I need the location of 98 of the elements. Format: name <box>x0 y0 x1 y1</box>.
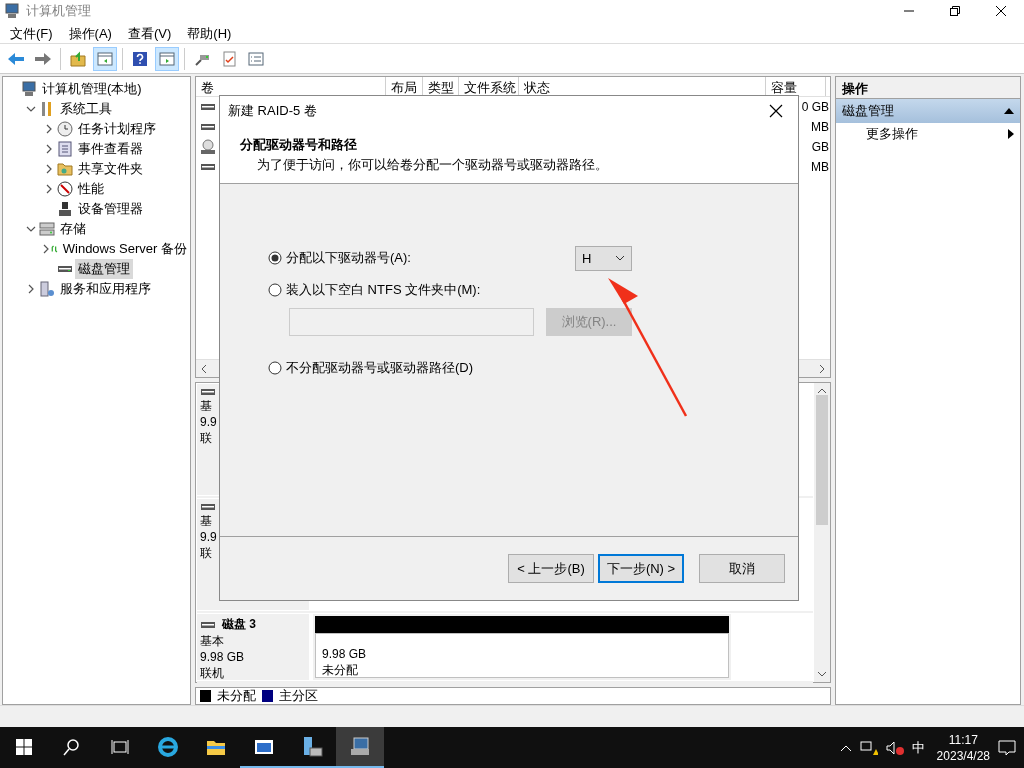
table-cell: 0 GB <box>801 100 829 114</box>
cd-drive-icon <box>200 139 216 155</box>
close-icon <box>769 104 783 118</box>
chevron-down-icon[interactable] <box>26 104 36 114</box>
up-folder-icon <box>70 50 86 67</box>
table-cell: MB <box>811 160 829 174</box>
log-icon <box>57 141 73 157</box>
chevron-right-icon[interactable] <box>41 244 51 254</box>
disk-size: 9.9 <box>200 414 218 430</box>
caret-up-icon <box>839 743 852 752</box>
radio-icon[interactable] <box>268 361 282 375</box>
search-icon <box>63 737 81 756</box>
menu-item[interactable]: 文件(F) <box>4 22 59 43</box>
computer-icon <box>349 735 371 758</box>
partition-size: 9.98 GB <box>322 646 368 662</box>
table-cell: GB <box>811 140 829 154</box>
table-cell: MB <box>811 120 829 134</box>
disk-size: 9.9 <box>200 529 218 545</box>
chevron-right-icon[interactable] <box>26 284 36 294</box>
window-title: 计算机管理 <box>26 2 92 20</box>
submenu-arrow-icon <box>1008 129 1014 139</box>
network-warning-icon <box>859 739 878 756</box>
legend-label: 未分配 <box>217 687 256 705</box>
chevron-down-icon <box>615 255 625 261</box>
wizard-button[interactable]: < 上一步(B) <box>508 554 594 583</box>
tree-item[interactable]: 性能 <box>75 179 107 199</box>
folder-icon <box>57 161 73 177</box>
forward-arrow-icon <box>34 50 52 67</box>
task-view-icon <box>111 738 129 755</box>
notification-icon <box>998 739 1016 756</box>
scroll-down-icon[interactable] <box>817 670 827 678</box>
tree-item[interactable]: 服务和应用程序 <box>57 279 154 299</box>
menu-item[interactable]: 帮助(H) <box>181 22 238 43</box>
clock-icon <box>57 121 73 137</box>
tree-item[interactable]: 系统工具 <box>57 99 115 119</box>
tree-item[interactable]: 设备管理器 <box>75 199 146 219</box>
radio-option[interactable]: 不分配驱动器号或驱动器路径(D) <box>268 359 575 377</box>
tree-item[interactable]: 事件查看器 <box>75 139 146 159</box>
tree-item[interactable]: 存储 <box>57 219 89 239</box>
ime-indicator[interactable]: 中 <box>911 738 925 757</box>
device-icon <box>57 201 73 217</box>
actions-section[interactable]: 磁盘管理 <box>836 99 1020 123</box>
services-icon <box>39 281 55 297</box>
chevron-down-icon[interactable] <box>26 224 36 234</box>
windows-logo-icon <box>16 738 32 755</box>
tree-item[interactable]: Windows Server 备份 <box>59 239 190 259</box>
partition[interactable]: 9.98 GB 未分配 <box>315 633 729 678</box>
gauge-icon <box>57 181 73 197</box>
close-icon <box>996 6 1006 16</box>
wizard-button[interactable]: 取消 <box>699 554 785 583</box>
legend-label: 主分区 <box>279 687 318 705</box>
back-arrow-icon <box>7 50 25 67</box>
check-icon <box>221 50 237 67</box>
disk-size: 9.98 GB <box>200 649 246 665</box>
dialog-title: 新建 RAID-5 卷 <box>228 102 317 120</box>
wizard-button[interactable]: 下一步(N) > <box>598 554 684 583</box>
actions-title: 操作 <box>836 77 1020 99</box>
action-pane-icon <box>159 50 175 67</box>
server-icon <box>301 735 323 758</box>
disk-type: 基 <box>200 513 213 529</box>
disk-status: 联 <box>200 430 213 446</box>
disk-status: 联机 <box>200 665 225 681</box>
disk-name: 磁盘 3 <box>222 616 256 633</box>
browser-icon <box>157 735 179 758</box>
computer-icon <box>21 81 37 97</box>
collapse-icon[interactable] <box>1004 107 1014 115</box>
list-icon <box>248 50 264 67</box>
tree-item[interactable]: 共享文件夹 <box>75 159 146 179</box>
action-item[interactable]: 更多操作 <box>836 123 1020 145</box>
scrollbar[interactable] <box>814 383 830 682</box>
radio-icon[interactable] <box>268 251 282 265</box>
help-icon <box>132 50 148 67</box>
computer-icon <box>4 3 20 19</box>
scroll-left-icon[interactable] <box>200 363 208 374</box>
drive-letter-dropdown[interactable]: H <box>575 245 632 271</box>
step-description: 为了便于访问，你可以给卷分配一个驱动器号或驱动器路径。 <box>256 156 609 174</box>
tree-item[interactable]: 计算机管理(本地) <box>39 79 145 99</box>
scroll-up-icon[interactable] <box>817 387 827 395</box>
disk-type: 基 <box>200 398 213 414</box>
scroll-right-icon[interactable] <box>818 363 826 374</box>
tree-item[interactable]: 磁盘管理 <box>75 259 133 279</box>
partition-status: 未分配 <box>322 662 359 677</box>
volume-muted-icon <box>885 739 904 756</box>
section-label: 磁盘管理 <box>842 102 894 120</box>
tree-pane-icon <box>97 50 113 67</box>
disk-status: 联 <box>200 545 213 561</box>
action-label: 更多操作 <box>866 125 918 143</box>
storage-icon <box>39 221 55 237</box>
step-heading: 分配驱动器号和路径 <box>240 136 358 154</box>
clock[interactable]: 11:17 2023/4/28 <box>936 731 990 764</box>
radio-option[interactable]: 装入以下空白 NTFS 文件夹中(M): <box>268 281 575 299</box>
radio-option[interactable]: 分配以下驱动器号(A): <box>268 249 575 267</box>
menu-item[interactable]: 查看(V) <box>121 22 178 43</box>
radio-icon[interactable] <box>268 283 282 297</box>
menu-item[interactable]: 操作(A) <box>62 22 118 43</box>
disk-type: 基本 <box>200 633 225 649</box>
restore-icon <box>950 6 960 16</box>
tree-item[interactable]: 任务计划程序 <box>75 119 159 139</box>
